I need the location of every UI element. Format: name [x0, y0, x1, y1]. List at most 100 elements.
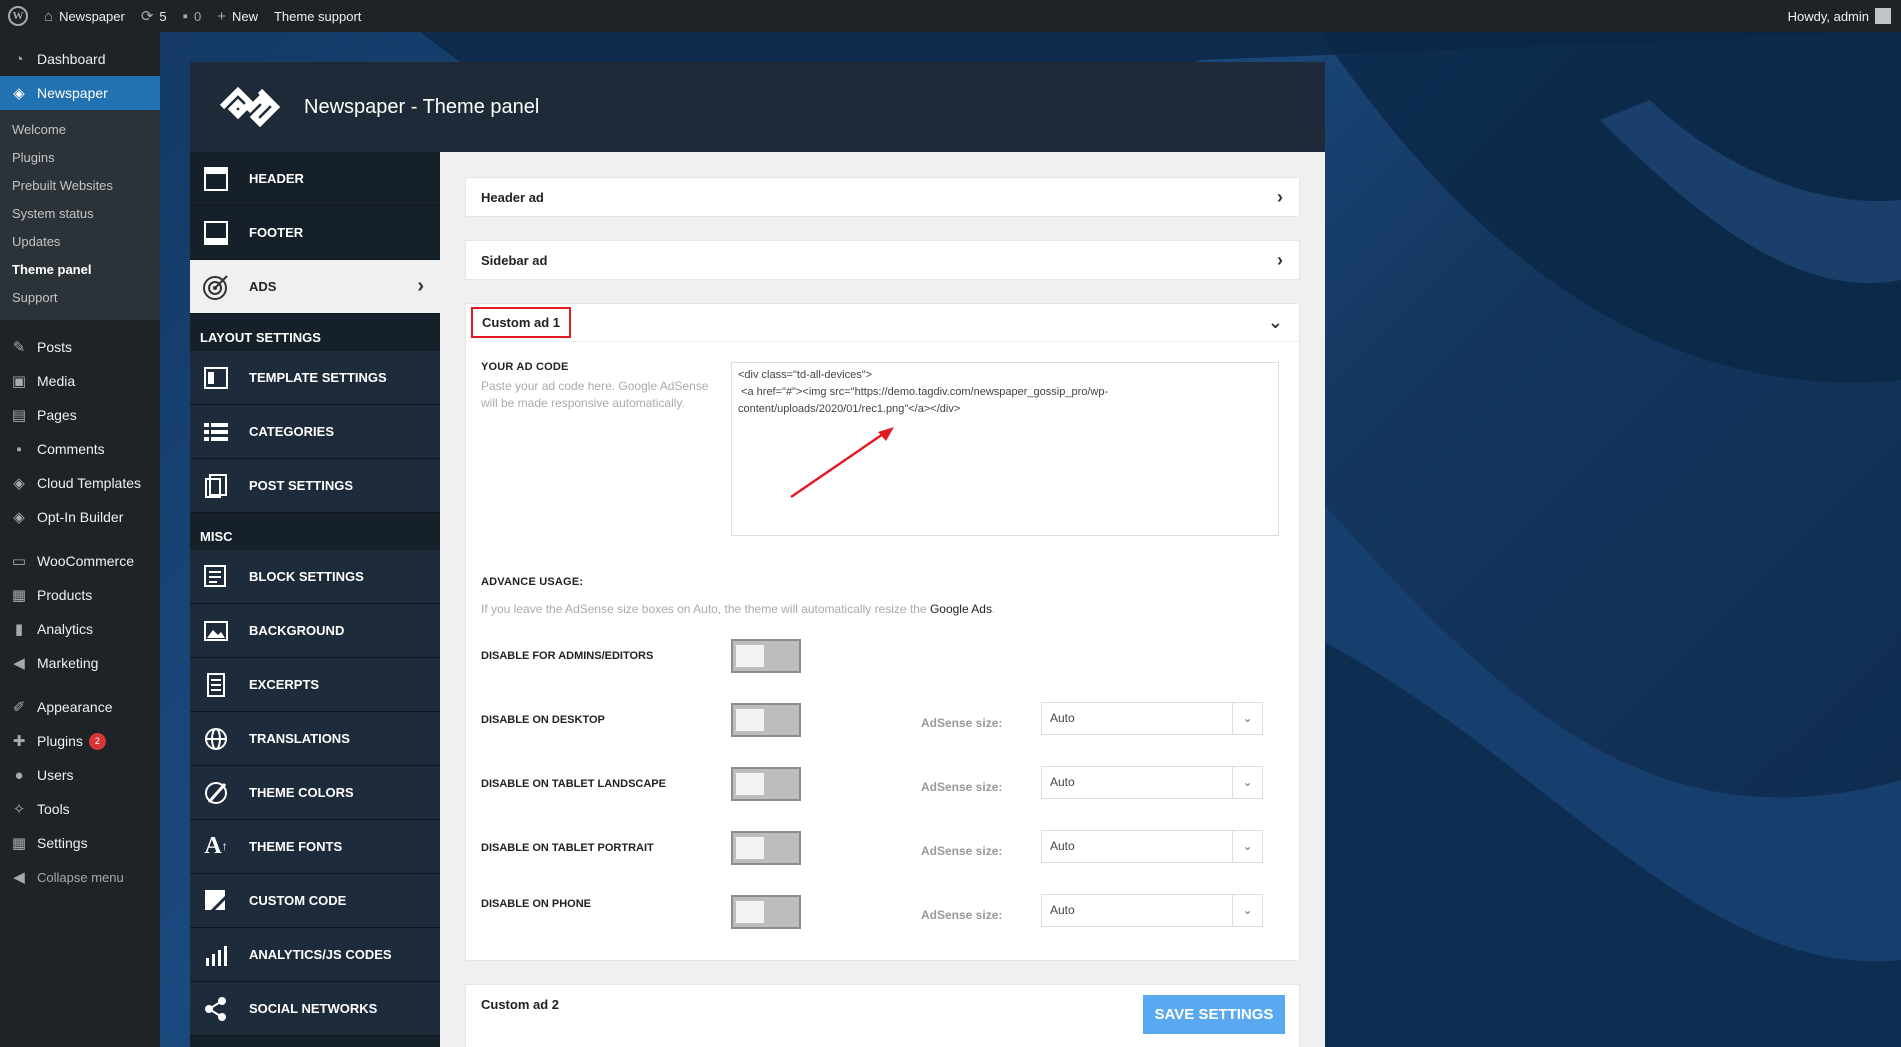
- submenu-prebuilt-websites[interactable]: Prebuilt Websites: [0, 172, 160, 200]
- disable-admins-toggle[interactable]: [731, 639, 801, 673]
- my-account[interactable]: Howdy, admin: [1788, 8, 1901, 24]
- nav-block-settings[interactable]: BLOCK SETTINGS: [190, 550, 440, 604]
- accordion-header[interactable]: Header ad ›: [466, 178, 1299, 216]
- adsense-size-desktop-select[interactable]: Auto ⌄: [1041, 702, 1263, 735]
- menu-plugins[interactable]: ✚ Plugins 2: [0, 724, 160, 758]
- submenu-theme-panel[interactable]: Theme panel: [0, 256, 160, 284]
- submenu-updates[interactable]: Updates: [0, 228, 160, 256]
- nav-categories[interactable]: CATEGORIES: [190, 405, 440, 459]
- menu-marketing[interactable]: ◀ Marketing: [0, 646, 160, 680]
- nav-background[interactable]: BACKGROUND: [190, 604, 440, 658]
- opt-in-builder-icon: ◈: [13, 509, 25, 526]
- menu-analytics[interactable]: ▮ Analytics: [0, 612, 160, 646]
- nav-template-settings[interactable]: TEMPLATE SETTINGS: [190, 351, 440, 405]
- disable-phone-toggle[interactable]: [731, 895, 801, 929]
- save-settings-button[interactable]: SAVE SETTINGS: [1143, 995, 1285, 1034]
- comments-link[interactable]: ▪ 0: [175, 0, 210, 32]
- nav-social-networks[interactable]: SOCIAL NETWORKS: [190, 982, 440, 1036]
- nav-header[interactable]: HEADER: [190, 152, 440, 206]
- wp-logo-menu[interactable]: W: [0, 0, 36, 32]
- share-icon: [200, 993, 232, 1025]
- nav-excerpts[interactable]: EXCERPTS: [190, 658, 440, 712]
- disable-tablet-landscape-toggle[interactable]: [731, 767, 801, 801]
- new-content-link[interactable]: + New: [209, 0, 266, 32]
- bar-chart-icon: [200, 939, 232, 971]
- menu-label: Appearance: [37, 699, 113, 715]
- plugin-icon: ✚: [12, 733, 26, 750]
- accordion-header[interactable]: Custom ad 1 ⌄: [466, 304, 1299, 342]
- submenu-plugins[interactable]: Plugins: [0, 144, 160, 172]
- adsense-size-tablet-portrait-select[interactable]: Auto ⌄: [1041, 830, 1263, 863]
- updates-link[interactable]: ⟳ 5: [133, 0, 175, 32]
- disable-tablet-portrait-toggle[interactable]: [731, 831, 801, 865]
- menu-posts[interactable]: ✎ Posts: [0, 330, 160, 364]
- nav-theme-colors[interactable]: THEME COLORS: [190, 766, 440, 820]
- accordion-header[interactable]: Sidebar ad ›: [466, 241, 1299, 279]
- menu-label: Collapse menu: [37, 869, 124, 885]
- submenu-system-status[interactable]: System status: [0, 200, 160, 228]
- disable-desktop-toggle[interactable]: [731, 703, 801, 737]
- chevron-down-icon: ⌄: [1232, 767, 1262, 798]
- collapse-menu-button[interactable]: ◀ Collapse menu: [0, 860, 160, 894]
- menu-woocommerce[interactable]: ▭ WooCommerce: [0, 544, 160, 578]
- nav-label: ADS: [249, 279, 277, 294]
- menu-products[interactable]: ▦ Products: [0, 578, 160, 612]
- newspaper-icon: ◈: [13, 85, 25, 102]
- menu-opt-in-builder[interactable]: ◈ Opt-In Builder: [0, 500, 160, 534]
- menu-newspaper[interactable]: ◈ Newspaper: [0, 76, 160, 110]
- new-label: New: [231, 8, 258, 24]
- menu-pages[interactable]: ▤ Pages: [0, 398, 160, 432]
- menu-appearance[interactable]: ✐ Appearance: [0, 690, 160, 724]
- nav-ads[interactable]: ADS ›: [190, 260, 440, 314]
- adsense-size-phone-select[interactable]: Auto ⌄: [1041, 894, 1263, 927]
- nav-footer[interactable]: FOOTER: [190, 206, 440, 260]
- nav-label: TEMPLATE SETTINGS: [249, 370, 387, 385]
- menu-media[interactable]: ▣ Media: [0, 364, 160, 398]
- nav-label: SOCIAL NETWORKS: [249, 1001, 378, 1016]
- ad-code-description: Paste your ad code here. Google AdSense …: [481, 379, 709, 410]
- comments-count: 0: [193, 8, 202, 24]
- comments-icon: ▪: [16, 440, 22, 458]
- nav-post-settings[interactable]: POST SETTINGS: [190, 459, 440, 513]
- dashboard-icon: ◔: [14, 50, 24, 68]
- menu-cloud-templates[interactable]: ◈ Cloud Templates: [0, 466, 160, 500]
- disable-admins-label: DISABLE FOR ADMINS/EDITORS: [481, 650, 654, 662]
- menu-label: WooCommerce: [37, 553, 134, 569]
- admin-menu: ◔ Dashboard ◈ Newspaper Welcome Plugins Pr…: [0, 32, 160, 1047]
- google-ads-link[interactable]: Google Ads: [930, 602, 992, 616]
- howdy-text: Howdy, admin: [1787, 8, 1869, 24]
- site-name-link[interactable]: ⌂ Newspaper: [36, 0, 133, 32]
- menu-tools[interactable]: ✧ Tools: [0, 792, 160, 826]
- pushpin-icon: ✎: [12, 339, 26, 356]
- nav-label: CUSTOM CODE: [249, 893, 347, 908]
- menu-comments[interactable]: ▪ Comments: [0, 432, 160, 466]
- media-icon: ▣: [11, 373, 27, 390]
- menu-users[interactable]: ● Users: [0, 758, 160, 792]
- nav-theme-fonts[interactable]: A ↑ THEME FONTS: [190, 820, 440, 874]
- toggle-knob: [736, 645, 764, 667]
- menu-label: Analytics: [37, 621, 94, 637]
- submenu-support[interactable]: Support: [0, 284, 160, 312]
- nav-translations[interactable]: TRANSLATIONS: [190, 712, 440, 766]
- theme-support-link[interactable]: Theme support: [266, 0, 369, 32]
- adsense-size-tablet-landscape-select[interactable]: Auto ⌄: [1041, 766, 1263, 799]
- menu-label: Newspaper: [37, 85, 108, 101]
- updates-icon: ⟳: [140, 8, 154, 25]
- menu-dashboard[interactable]: ◔ Dashboard: [0, 42, 160, 76]
- collapse-icon: ◀: [13, 869, 25, 886]
- panel-sidebar: HEADER FOOTER ADS › LAYOUT SETTINGS TEMP…: [190, 152, 440, 1047]
- accordion-header-ad[interactable]: Header ad ›: [465, 177, 1300, 217]
- accordion-sidebar-ad[interactable]: Sidebar ad ›: [465, 240, 1300, 280]
- period-text: .: [991, 602, 996, 616]
- panel-header: Newspaper - Theme panel: [190, 62, 1325, 152]
- disable-desktop-label: DISABLE ON DESKTOP: [481, 714, 605, 726]
- accordion-custom-ad-1: Custom ad 1 ⌄ YOUR AD CODE Paste your ad…: [465, 303, 1300, 961]
- custom-code-icon: [200, 885, 232, 917]
- menu-settings[interactable]: ▦ Settings: [0, 826, 160, 860]
- products-icon: ▦: [11, 587, 27, 604]
- misc-heading: MISC: [200, 529, 233, 544]
- nav-custom-code[interactable]: CUSTOM CODE: [190, 874, 440, 928]
- menu-label: Opt-In Builder: [37, 509, 124, 525]
- submenu-welcome[interactable]: Welcome: [0, 116, 160, 144]
- nav-analytics-js-codes[interactable]: ANALYTICS/JS CODES: [190, 928, 440, 982]
